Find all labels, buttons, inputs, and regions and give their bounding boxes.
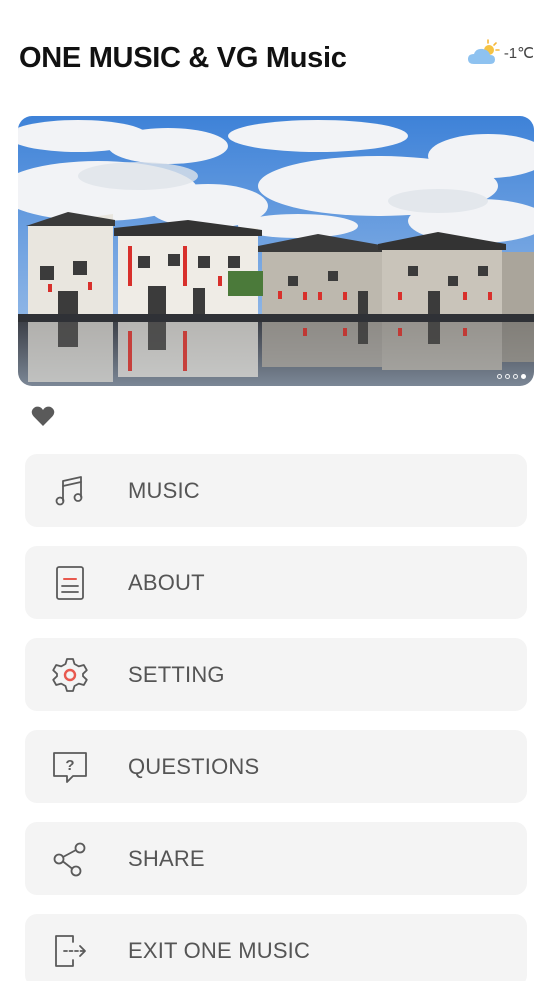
gear-icon xyxy=(51,656,89,694)
exit-icon xyxy=(51,932,89,970)
menu-item-setting[interactable]: SETTING xyxy=(25,638,527,711)
header: ONE MUSIC & VG Music -1℃ xyxy=(0,0,552,110)
menu-item-label: SHARE xyxy=(128,846,205,871)
menu-item-label: MUSIC xyxy=(128,478,200,503)
menu-item-questions[interactable]: ? QUESTIONS xyxy=(25,730,527,803)
menu-item-label: ABOUT xyxy=(128,570,205,595)
music-note-icon xyxy=(51,472,89,510)
menu-item-label: QUESTIONS xyxy=(128,754,260,779)
carousel-dot[interactable] xyxy=(513,374,518,379)
menu-item-share[interactable]: SHARE xyxy=(25,822,527,895)
menu-item-about[interactable]: ABOUT xyxy=(25,546,527,619)
carousel-indicator[interactable] xyxy=(497,374,526,379)
heart-icon xyxy=(31,406,55,426)
menu-item-label: EXIT ONE MUSIC xyxy=(128,938,311,963)
carousel-dot[interactable] xyxy=(497,374,502,379)
menu-item-exit[interactable]: EXIT ONE MUSIC xyxy=(25,914,527,981)
carousel-dot[interactable] xyxy=(505,374,510,379)
partly-cloudy-icon xyxy=(467,39,500,64)
banner-image xyxy=(18,116,534,386)
banner-carousel[interactable] xyxy=(18,116,534,386)
app-title: ONE MUSIC & VG Music xyxy=(19,42,347,74)
favorite-button[interactable] xyxy=(31,405,55,427)
menu-item-label: SETTING xyxy=(128,662,225,687)
menu-item-music[interactable]: MUSIC xyxy=(25,454,527,527)
weather-widget[interactable]: -1℃ xyxy=(466,38,534,68)
carousel-dot-active[interactable] xyxy=(521,374,526,379)
temperature-text: -1℃ xyxy=(503,45,534,62)
document-icon xyxy=(51,564,89,602)
svg-text:?: ? xyxy=(65,757,74,774)
share-icon xyxy=(51,840,89,878)
question-bubble-icon: ? xyxy=(51,748,89,786)
